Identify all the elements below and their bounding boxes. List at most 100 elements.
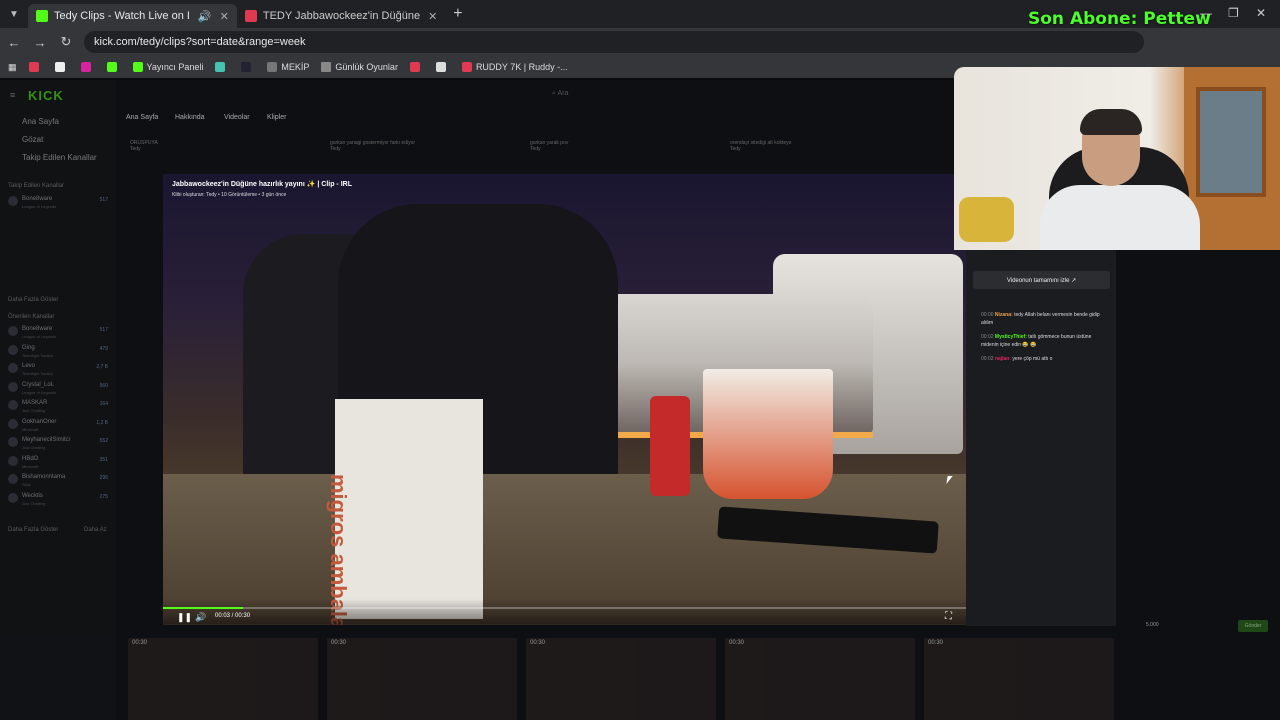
new-tab-button[interactable]: + — [453, 5, 462, 23]
viewer-count: 552 — [99, 438, 108, 444]
recommended-channel-category: Minecraft — [22, 463, 39, 469]
tab-tedy-clips[interactable]: Tedy Clips - Watch Live on I 🔊 ✕ — [28, 4, 237, 28]
avatar — [8, 474, 18, 484]
recommended-channel-category: Just Chatting — [22, 445, 46, 450]
fullscreen-icon[interactable]: ⛶ — [945, 611, 952, 622]
apps-icon[interactable]: ▦ — [8, 62, 17, 73]
recommended-channel-name[interactable]: GokhanOner — [22, 419, 56, 425]
show-less-link[interactable]: Daha Az — [84, 527, 107, 533]
sidebar-item-following[interactable]: Takip Edilen Kanallar — [22, 153, 97, 162]
viewer-count: 479 — [99, 345, 108, 352]
chat-message: 00:00 Nizana: tedy Allah belanı vermesin… — [981, 312, 1100, 326]
show-more-link[interactable]: Daha Fazla Göster — [8, 527, 58, 533]
minimize-icon[interactable]: — — [1200, 6, 1212, 20]
clip-thumbnail[interactable]: 00:30 — [128, 638, 318, 720]
recommended-channel-name[interactable]: Levo — [22, 363, 35, 369]
back-icon[interactable]: ← — [2, 35, 26, 50]
close-icon[interactable]: ✕ — [428, 10, 437, 23]
avatar — [8, 381, 18, 392]
volume-icon[interactable]: 🔊 — [195, 612, 206, 623]
video-player[interactable]: migros ambalaj Jabbawockeez'in Düğüne ha… — [163, 174, 966, 625]
close-window-icon[interactable]: ✕ — [1256, 6, 1266, 20]
sidebar-item-home[interactable]: Ana Sayfa — [22, 117, 59, 126]
soda-can-image — [650, 396, 690, 496]
url-field[interactable]: kick.com/tedy/clips?sort=date&range=week — [84, 31, 1144, 53]
time-display: 00:03 / 00:30 — [215, 613, 251, 619]
bookmark-youtube[interactable] — [28, 62, 43, 72]
sidebar-item-browse[interactable]: Gözat — [22, 135, 43, 144]
tab-title: TEDY Jabbawockeez'in Düğüne — [262, 10, 421, 22]
recommended-channel-category: Minecraft — [22, 426, 39, 432]
bookmark-folder-gunluk-oyunlar[interactable]: Günlük Oyunlar — [321, 62, 398, 72]
kick-logo[interactable]: KICK — [28, 88, 64, 103]
sidebar: ≡ KICK Ana Sayfa Gözat Takip Edilen Kana… — [0, 80, 116, 720]
video-title: Jabbawockeez'in Düğüne hazırlık yayını ✨… — [172, 181, 352, 188]
viewer-count: 2,7 B — [96, 364, 108, 370]
paper-bag-image — [335, 399, 483, 619]
reload-icon[interactable]: ↻ — [54, 34, 78, 50]
bookmark-prompt[interactable] — [241, 62, 255, 72]
viewer-count: 1,2 B — [96, 419, 108, 426]
clip-side-panel: Videonun tamamını izle ↗ 00:00 Nizana: t… — [966, 250, 1116, 626]
recommended-channel-category: League of Legends — [22, 334, 57, 339]
clip-thumbnail[interactable]: 00:30 — [526, 638, 716, 720]
followed-channel-name[interactable]: Bone8ware — [22, 196, 52, 202]
avatar — [8, 455, 18, 466]
pause-icon[interactable]: ❚❚ — [177, 612, 192, 623]
bookmark-x[interactable] — [54, 62, 69, 72]
watch-full-video-button[interactable]: Videonun tamamını izle ↗ — [973, 271, 1110, 289]
bookmark-yayinci-paneli[interactable]: Yayıncı Paneli — [132, 62, 203, 72]
address-bar: ← → ↻ kick.com/tedy/clips?sort=date&rang… — [0, 28, 1280, 56]
bookmark-kick[interactable] — [106, 62, 121, 72]
bookmark-mekip[interactable]: MEKİP — [267, 62, 309, 72]
close-icon[interactable]: ✕ — [220, 10, 229, 23]
bookmark-app[interactable] — [215, 62, 229, 72]
maximize-icon[interactable]: ❐ — [1228, 6, 1239, 20]
followed-heading: Takip Edilen Kanallar — [8, 183, 65, 189]
viewer-count: 164 — [99, 401, 108, 407]
recommended-channel-name[interactable]: Ging — [22, 345, 35, 351]
recommended-channel-name[interactable]: Wecktis — [22, 493, 43, 499]
tab-search-icon[interactable]: ▼ — [0, 0, 28, 28]
show-more-link[interactable]: Daha Fazla Göster — [8, 297, 58, 303]
recommended-channel-name[interactable]: Bishamonntama — [22, 474, 65, 480]
avatar — [8, 363, 18, 373]
recommended-channel-category: Teamfight Tactics — [22, 371, 53, 376]
search-input[interactable]: ⌕ Ara — [552, 90, 568, 98]
streamer-hair-image — [1080, 109, 1142, 135]
bookmark-game[interactable] — [435, 62, 450, 72]
avatar — [8, 437, 18, 447]
bookmark-instagram[interactable] — [80, 62, 95, 72]
speaker-icon[interactable]: 🔊 — [198, 10, 212, 23]
tab-about[interactable]: Hakkında — [175, 114, 205, 121]
send-button[interactable]: Gönder — [1238, 620, 1268, 632]
clip-thumbnail[interactable]: 00:30 — [725, 638, 915, 720]
recommended-channel-category: League of Legends — [22, 389, 57, 395]
recommended-channel-name[interactable]: MASKAR — [22, 400, 47, 406]
tab-home[interactable]: Ana Sayfa — [126, 114, 158, 121]
avatar — [8, 492, 18, 503]
menu-icon[interactable]: ≡ — [10, 90, 15, 100]
avatar — [8, 400, 18, 410]
clip-thumbnail[interactable]: 00:30 — [327, 638, 517, 720]
kick-favicon-icon — [36, 10, 48, 22]
bookmark-ruddy[interactable]: RUDDY 7K | Ruddy -... — [461, 62, 568, 72]
forward-icon[interactable]: → — [28, 35, 52, 50]
url-text: kick.com/tedy/clips?sort=date&range=week — [94, 36, 306, 48]
tab-videos[interactable]: Videolar — [224, 114, 250, 121]
tab-youtube[interactable]: TEDY Jabbawockeez'in Düğüne ✕ — [237, 4, 445, 28]
recommended-channel-name[interactable]: Crystal_LoL — [22, 382, 54, 388]
progress-bar[interactable] — [163, 607, 966, 609]
tab-clips[interactable]: Klipler — [267, 114, 286, 121]
progress-fill — [163, 607, 244, 609]
bookmark-youtube-2[interactable] — [409, 62, 424, 72]
viewer-count: 517 — [99, 327, 108, 333]
viewer-count: 960 — [99, 382, 108, 389]
recommended-channel-name[interactable]: Bone8ware — [22, 326, 52, 332]
avatar — [8, 344, 18, 355]
recommended-channel-name[interactable]: MeyhanecilSimitci — [22, 437, 70, 443]
webcam-overlay — [954, 67, 1280, 250]
recommended-channel-name[interactable]: HBdO — [22, 456, 38, 462]
avatar — [8, 418, 18, 429]
clip-thumbnail[interactable]: 00:30 — [924, 638, 1114, 720]
